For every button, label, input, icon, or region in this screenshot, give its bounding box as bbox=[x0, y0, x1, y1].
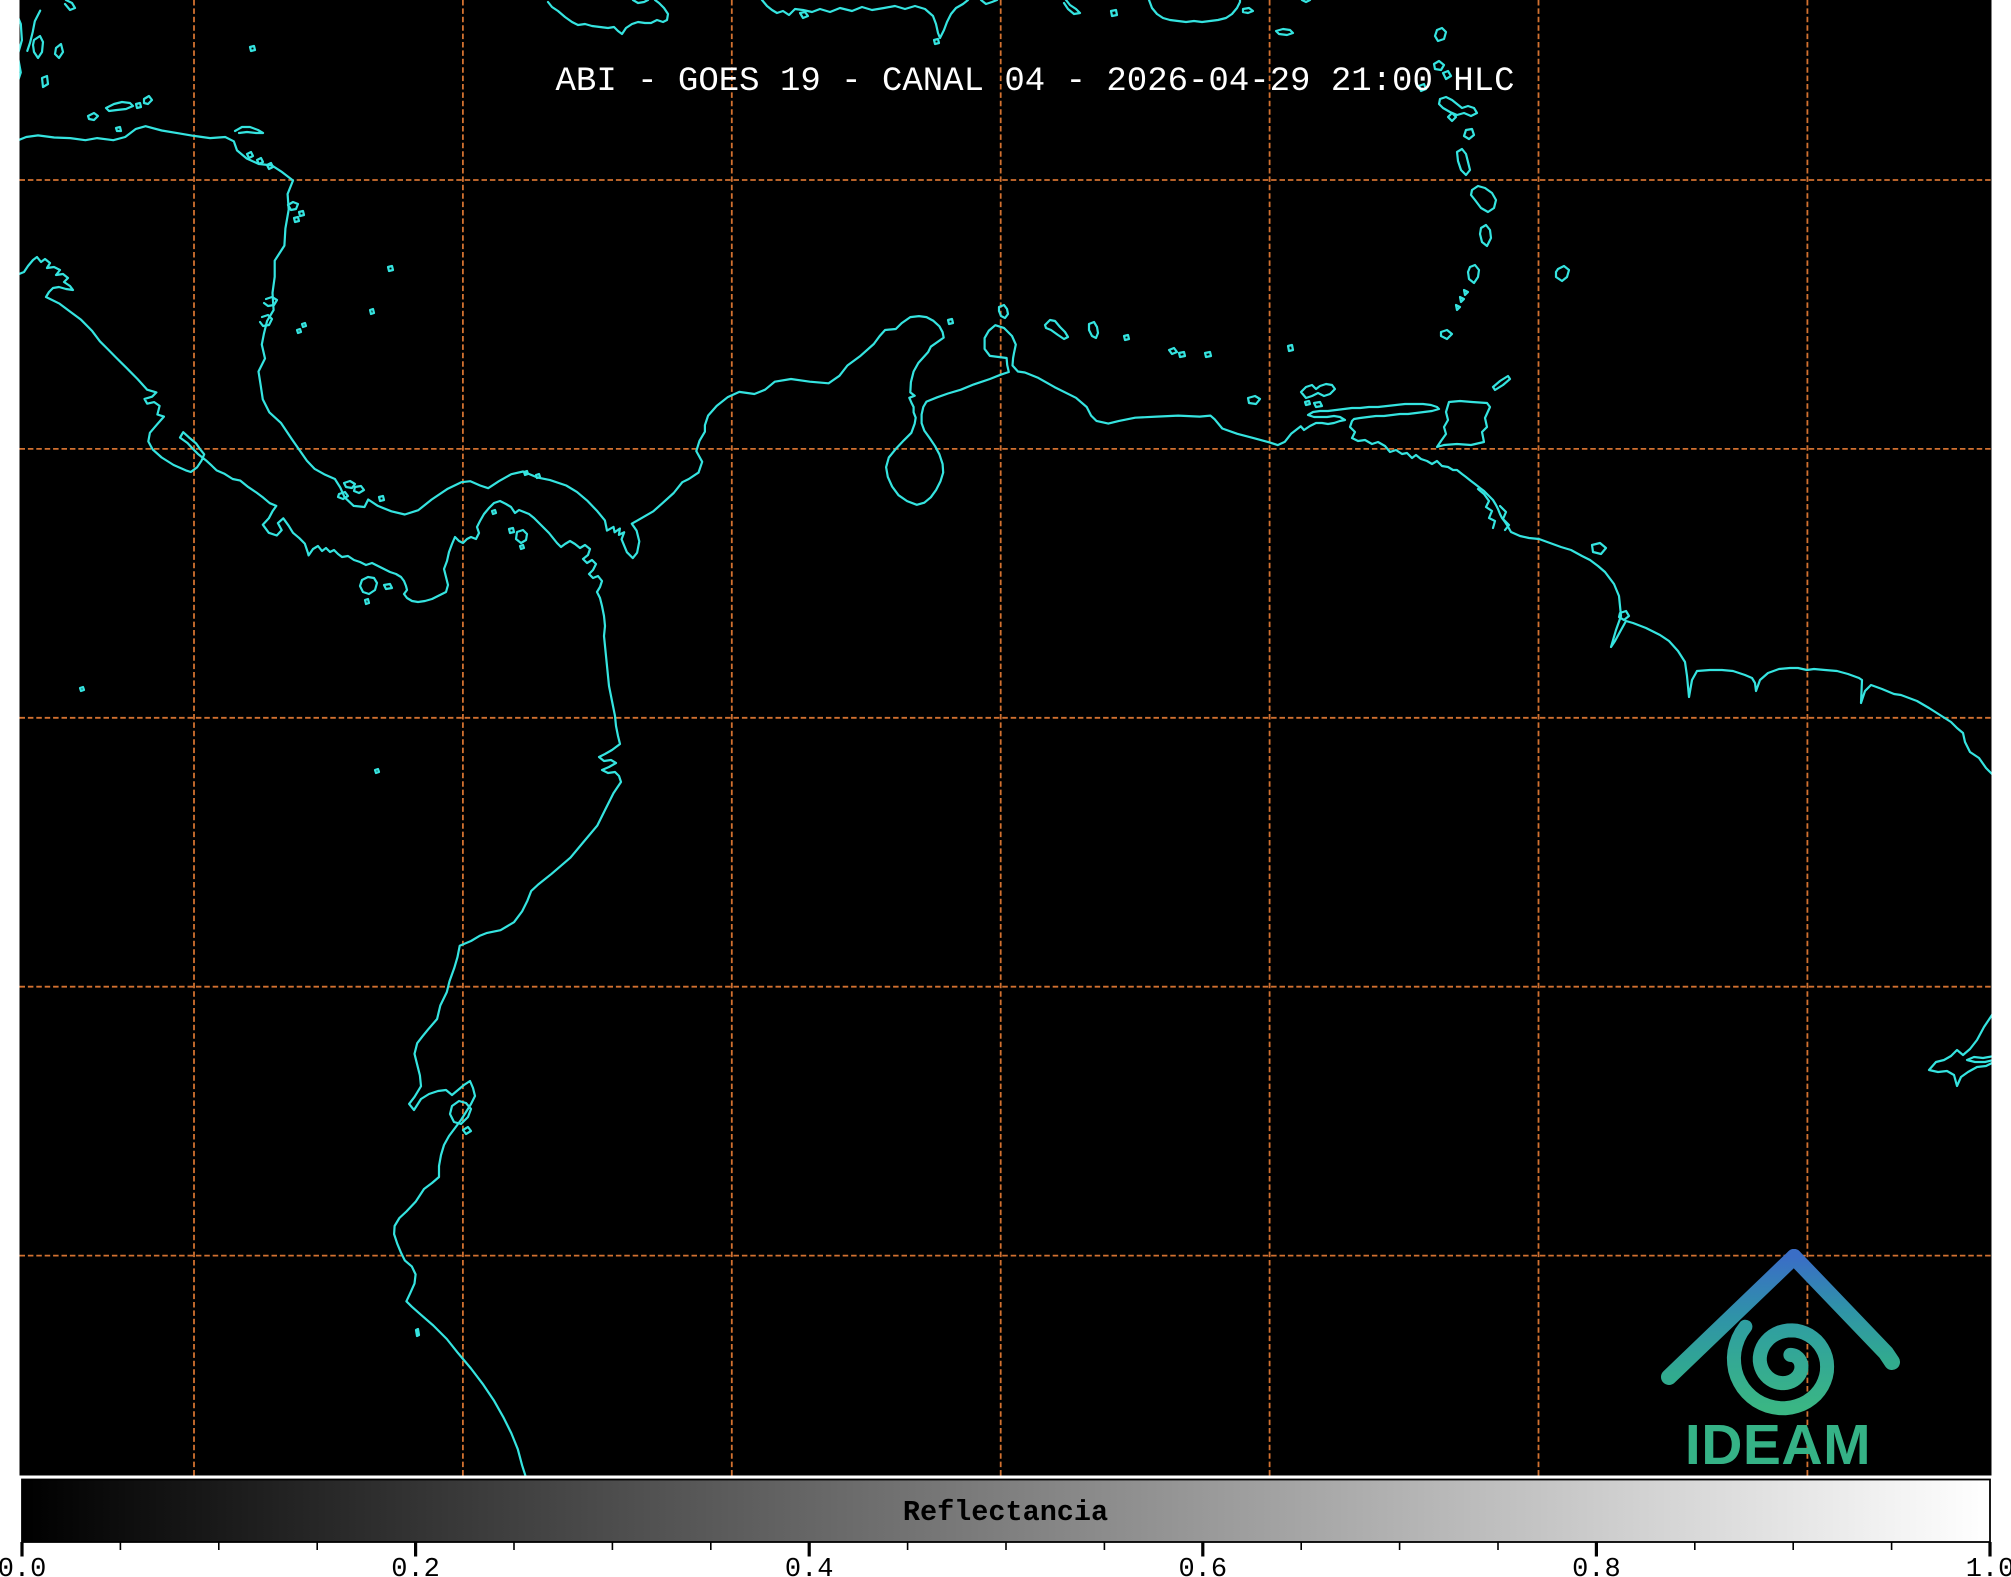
svg-text:0.2: 0.2 bbox=[391, 1555, 440, 1577]
svg-text:Reflectancia: Reflectancia bbox=[903, 1496, 1108, 1529]
svg-text:0.4: 0.4 bbox=[785, 1555, 834, 1577]
svg-text:0.6: 0.6 bbox=[1178, 1555, 1227, 1577]
svg-text:0.8: 0.8 bbox=[1572, 1555, 1621, 1577]
svg-text:1.0: 1.0 bbox=[1966, 1555, 2011, 1577]
svg-text:IDEAM: IDEAM bbox=[1685, 1413, 1871, 1477]
svg-text:0.0: 0.0 bbox=[0, 1555, 46, 1577]
svg-text:ABI - GOES 19 - CANAL 04 - 202: ABI - GOES 19 - CANAL 04 - 2026-04-29 21… bbox=[556, 63, 1515, 101]
